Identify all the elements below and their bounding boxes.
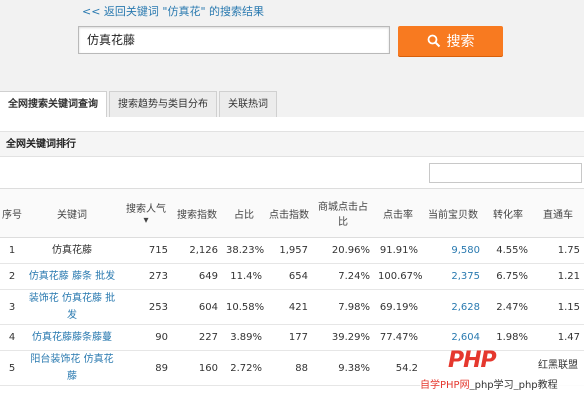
- tab-keyword-query[interactable]: 全网搜索关键词查询: [0, 91, 107, 118]
- cell-search-index: 227: [172, 324, 222, 351]
- cell-ztc: 1.15: [532, 289, 584, 325]
- filter-input[interactable]: [429, 163, 582, 183]
- cell-keyword[interactable]: 阳台装饰花 仿真花藤: [24, 350, 120, 386]
- cell-share: 11.4%: [222, 263, 266, 290]
- cell-ctr: 77.47%: [374, 324, 422, 351]
- table-row: 2 仿真花藤 藤条 批发 273 649 11.4% 654 7.24% 100…: [0, 263, 584, 290]
- tab-related-words[interactable]: 关联热词: [219, 91, 277, 117]
- cell-ztc: 1.75: [532, 237, 584, 264]
- cell-item-count[interactable]: 9,580: [422, 237, 484, 264]
- cell-popularity: 90: [120, 324, 172, 351]
- watermark-line-rest: _php学习_php教程: [469, 380, 558, 390]
- col-header-ctr[interactable]: 点击率: [374, 188, 422, 238]
- table-row: 3 装饰花 仿真花藤 批发 253 604 10.58% 421 7.98% 6…: [0, 289, 584, 325]
- cell-ctr: 69.19%: [374, 289, 422, 325]
- col-header-share[interactable]: 占比: [222, 188, 266, 238]
- cell-share: 10.58%: [222, 289, 266, 325]
- col-header-popularity[interactable]: 搜索人气 ▾: [120, 188, 172, 238]
- cell-click-index: 421: [266, 289, 312, 325]
- search-input[interactable]: 仿真花藤: [78, 26, 390, 54]
- cell-click-index: 654: [266, 263, 312, 290]
- cell-click-index: 1,957: [266, 237, 312, 264]
- col-header-ztc[interactable]: 直通车: [532, 188, 584, 238]
- back-to-results-link[interactable]: << 返回关键词 "仿真花" 的搜索结果: [82, 3, 264, 19]
- cell-popularity: 715: [120, 237, 172, 264]
- cell-item-count[interactable]: 2,628: [422, 289, 484, 325]
- search-button-label: 搜索: [446, 34, 475, 50]
- cell-mall-click-share: 39.29%: [312, 324, 374, 351]
- cell-keyword[interactable]: 仿真花藤 藤条 批发: [24, 263, 120, 290]
- cell-search-index: 160: [172, 350, 222, 386]
- watermark-line: 自学PHP网_php学习_php教程: [420, 376, 584, 390]
- col-header-mall-click-share[interactable]: 商城点击占比: [312, 188, 374, 238]
- tab-bar: 全网搜索关键词查询 搜索趋势与类目分布 关联热词: [0, 91, 584, 118]
- col-header-conversion[interactable]: 转化率: [484, 188, 532, 238]
- cell-share: 2.72%: [222, 350, 266, 386]
- cell-mall-click-share: 9.38%: [312, 350, 374, 386]
- watermark-logo: PHP: [448, 348, 497, 373]
- cell-index: 3: [0, 289, 24, 325]
- col-header-click-index[interactable]: 点击指数: [266, 188, 312, 238]
- col-header-keyword[interactable]: 关键词: [24, 188, 120, 238]
- cell-ztc: 1.21: [532, 263, 584, 290]
- cell-mall-click-share: 7.24%: [312, 263, 374, 290]
- cell-keyword[interactable]: 装饰花 仿真花藤 批发: [24, 289, 120, 325]
- cell-keyword: 仿真花藤: [24, 237, 120, 264]
- cell-mall-click-share: 20.96%: [312, 237, 374, 264]
- cell-share: 38.23%: [222, 237, 266, 264]
- cell-popularity: 273: [120, 263, 172, 290]
- cell-popularity: 89: [120, 350, 172, 386]
- cell-share: 3.89%: [222, 324, 266, 351]
- watermark: PHP 红黑联盟 自学PHP网_php学习_php教程: [420, 346, 584, 396]
- cell-index: 4: [0, 324, 24, 351]
- watermark-line-red: 自学PHP网: [420, 380, 470, 390]
- section-title: 全网关键词排行: [0, 131, 584, 157]
- col-header-search-index[interactable]: 搜索指数: [172, 188, 222, 238]
- cell-conversion: 6.75%: [484, 263, 532, 290]
- cell-popularity: 253: [120, 289, 172, 325]
- cell-search-index: 649: [172, 263, 222, 290]
- search-icon: [427, 34, 440, 48]
- tab-search-trend[interactable]: 搜索趋势与类目分布: [109, 91, 217, 117]
- cell-search-index: 2,126: [172, 237, 222, 264]
- cell-search-index: 604: [172, 289, 222, 325]
- cell-keyword[interactable]: 仿真花藤藤条藤蔓: [24, 324, 120, 351]
- search-button[interactable]: 搜索: [398, 26, 503, 56]
- cell-ctr: 91.91%: [374, 237, 422, 264]
- cell-index: 5: [0, 350, 24, 386]
- col-header-index: 序号: [0, 188, 24, 238]
- cell-index: 2: [0, 263, 24, 290]
- cell-click-index: 177: [266, 324, 312, 351]
- cell-item-count[interactable]: 2,375: [422, 263, 484, 290]
- cell-conversion: 4.55%: [484, 237, 532, 264]
- cell-conversion: 2.47%: [484, 289, 532, 325]
- col-header-item-count[interactable]: 当前宝贝数: [422, 188, 484, 238]
- cell-click-index: 88: [266, 350, 312, 386]
- table-header-row: 序号 关键词 搜索人气 ▾ 搜索指数 占比 点击指数 商城点击占比 点击率 当前…: [0, 188, 584, 238]
- cell-ctr: 100.67%: [374, 263, 423, 290]
- cell-mall-click-share: 7.98%: [312, 289, 374, 325]
- table-row: 1 仿真花藤 715 2,126 38.23% 1,957 20.96% 91.…: [0, 237, 584, 264]
- cell-index: 1: [0, 237, 24, 264]
- watermark-brand: 红黑联盟: [538, 360, 578, 371]
- cell-ctr: 54.2: [374, 350, 422, 386]
